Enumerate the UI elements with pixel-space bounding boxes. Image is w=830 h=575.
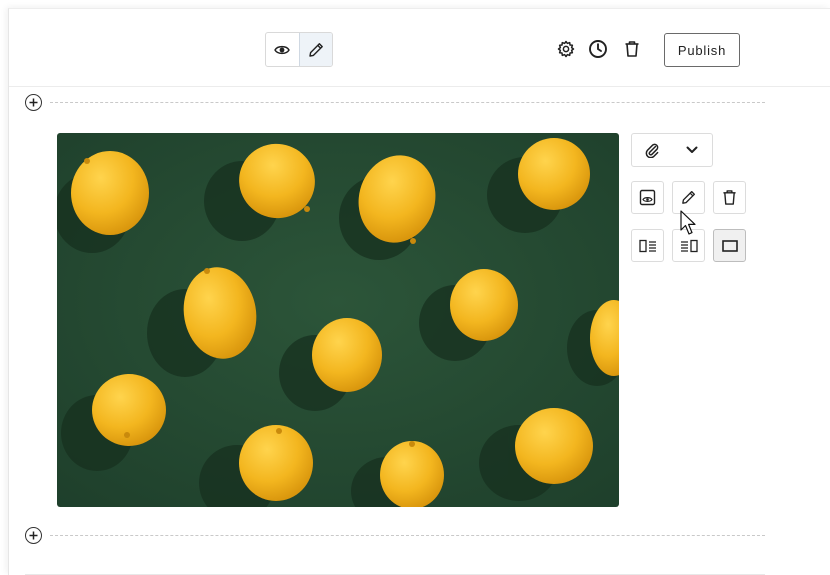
settings-button[interactable] (556, 39, 576, 59)
add-block-button[interactable] (25, 93, 42, 111)
image-delete-button[interactable] (713, 181, 746, 214)
layout-image-left-button[interactable] (631, 229, 664, 262)
align-image-left-icon (638, 239, 656, 252)
align-image-right-icon (680, 239, 698, 252)
divider-line (50, 534, 765, 536)
full-width-icon (721, 239, 738, 252)
image-preview-button[interactable] (631, 181, 664, 214)
trash-icon (625, 41, 639, 57)
pencil-icon (682, 190, 696, 204)
clock-icon (589, 40, 607, 58)
attachment-button[interactable] (632, 134, 672, 166)
mouse-cursor-icon (680, 210, 696, 235)
publish-button[interactable]: Publish (664, 33, 740, 67)
paperclip-icon (645, 143, 659, 158)
add-block-button[interactable] (25, 526, 42, 544)
eye-icon (274, 45, 291, 54)
preview-mode-button[interactable] (266, 33, 299, 66)
add-block-row-bottom (25, 526, 765, 544)
delete-page-button[interactable] (622, 39, 642, 59)
image-block[interactable] (57, 133, 619, 507)
edit-mode-button[interactable] (298, 33, 332, 66)
pencil-icon (309, 42, 323, 57)
history-button[interactable] (588, 39, 608, 59)
attachment-group (631, 133, 713, 167)
plus-circle-icon (29, 531, 38, 539)
add-block-row-top (25, 93, 765, 111)
chevron-down-icon (686, 146, 698, 153)
divider-line (50, 101, 765, 103)
editor-toolbar: Publish (9, 9, 830, 87)
gear-icon (557, 40, 575, 58)
trash-icon (723, 190, 736, 205)
layout-full-width-button[interactable] (713, 229, 746, 262)
image-preview-icon (639, 189, 656, 206)
lemons-photo (57, 133, 619, 507)
plus-circle-icon (29, 98, 38, 106)
mode-toggle (265, 32, 333, 67)
attachment-dropdown[interactable] (672, 134, 712, 166)
editor-window: Publish (8, 8, 830, 575)
